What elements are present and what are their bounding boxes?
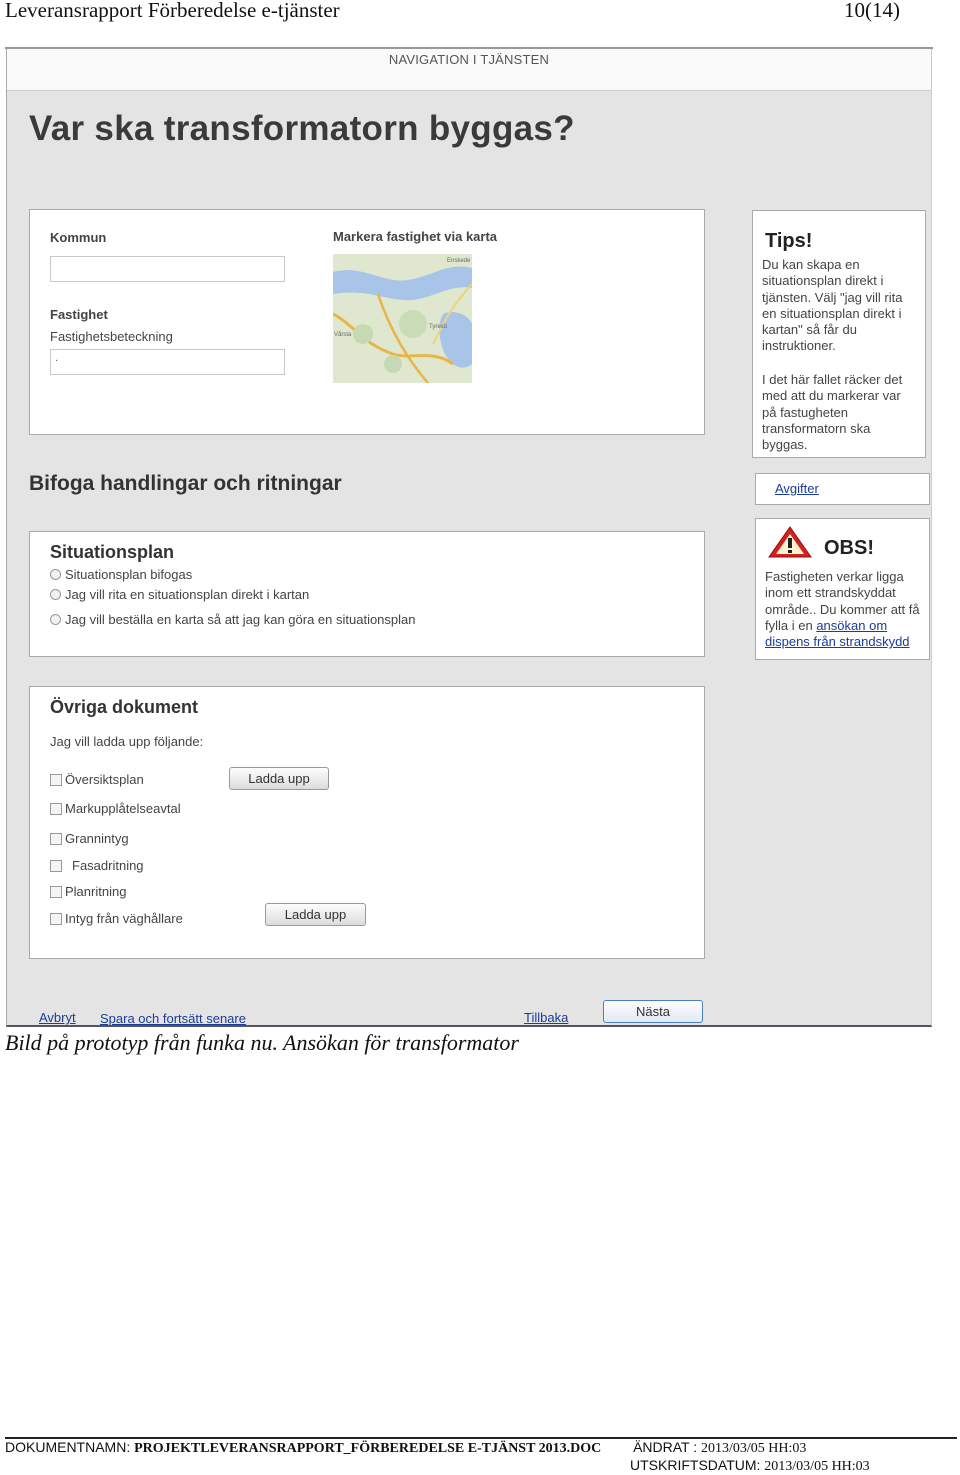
doc-checkbox-markupplatelseavtal[interactable]: Markupplåtelseavtal <box>50 801 181 816</box>
doc-checkbox-fasadritning[interactable]: Fasadritning <box>50 858 144 873</box>
avgifter-box: Avgifter <box>755 473 930 505</box>
changed-label: ÄNDRAT : <box>633 1439 698 1455</box>
checkbox[interactable] <box>50 859 62 872</box>
situationsplan-option-3[interactable]: Jag vill beställa en karta så att jag ka… <box>50 612 416 627</box>
property-map[interactable]: Enskede Tyresö Vårsta <box>333 254 472 383</box>
map-label: Markera fastighet via karta <box>333 229 498 244</box>
cancel-link[interactable]: Avbryt <box>39 1010 76 1025</box>
navigation-bar: NAVIGATION I TJÄNSTEN <box>7 49 931 91</box>
document-title: Leveransrapport Förberedelse e-tjänster <box>5 0 340 22</box>
attachments-heading: Bifoga handlingar och ritningar <box>29 472 342 495</box>
tips-text-1: Du kan skapa en situationsplan direkt i … <box>762 257 903 354</box>
page-number: 10(14) <box>844 0 900 22</box>
checkbox[interactable] <box>50 802 62 815</box>
map-place-2: Tyresö <box>429 324 448 330</box>
map-graphic <box>333 254 472 383</box>
changed-value: 2013/03/05 HH:03 <box>701 1441 807 1456</box>
situationsplan-heading: Situationsplan <box>50 542 175 562</box>
fastighet-label: Fastighet <box>50 307 108 322</box>
tips-panel: Tips! Du kan skapa en situationsplan dir… <box>752 210 926 458</box>
save-continue-later-link[interactable]: Spara och fortsätt senare <box>100 1011 246 1026</box>
kommun-input[interactable] <box>50 256 285 282</box>
map-place-3: Vårsta <box>334 332 352 338</box>
ovriga-dokument-heading: Övriga dokument <box>50 697 199 717</box>
situationsplan-option-1[interactable]: Situationsplan bifogas <box>50 567 192 582</box>
navigation-label[interactable]: NAVIGATION I TJÄNSTEN <box>7 52 931 67</box>
tips-text-2: I det här fallet räcker det med att du m… <box>762 372 903 453</box>
obs-heading: OBS! <box>824 537 874 559</box>
checkbox[interactable] <box>50 773 62 786</box>
doc-checkbox-planritning[interactable]: Planritning <box>50 884 126 899</box>
doc-checkbox-oversiktsplan[interactable]: Översiktsplan <box>50 772 144 787</box>
warning-icon <box>768 526 812 558</box>
doc-checkbox-intyg-vaghallare[interactable]: Intyg från väghållare <box>50 911 183 926</box>
upload-button-2[interactable]: Ladda upp <box>265 903 366 926</box>
checkbox[interactable] <box>50 912 62 925</box>
document-name-label: DOKUMENTNAMN: <box>5 1439 131 1455</box>
document-name-value: PROJEKTLEVERANSRAPPORT_FÖRBEREDELSE E-TJ… <box>134 1441 602 1456</box>
fastighetsbeteckning-input[interactable]: . <box>50 349 285 375</box>
situationsplan-option-2[interactable]: Jag vill rita en situationsplan direkt i… <box>50 587 309 602</box>
kommun-label: Kommun <box>50 230 107 245</box>
tips-heading: Tips! <box>765 230 813 252</box>
fastighetsbeteckning-label: Fastighetsbeteckning <box>50 329 173 344</box>
location-panel: Kommun Fastighet Fastighetsbeteckning . … <box>29 209 705 435</box>
radio-button[interactable] <box>50 569 61 580</box>
next-button[interactable]: Nästa <box>603 1000 703 1023</box>
page-title: Var ska transformatorn byggas? <box>29 109 575 148</box>
upload-intro: Jag vill ladda upp följande: <box>50 734 204 749</box>
footer-line-1: DOKUMENTNAMN: PROJEKTLEVERANSRAPPORT_FÖR… <box>5 1439 806 1457</box>
obs-text: Fastigheten verkar ligga inom ett strand… <box>765 569 925 650</box>
obs-panel: OBS! Fastigheten verkar ligga inom ett s… <box>755 518 930 660</box>
checkbox[interactable] <box>50 885 62 898</box>
situationsplan-panel: Situationsplan Situationsplan bifogas Ja… <box>29 531 705 657</box>
upload-button-1[interactable]: Ladda upp <box>229 767 329 790</box>
checkbox[interactable] <box>50 832 62 845</box>
prototype-screenshot: NAVIGATION I TJÄNSTEN Var ska transforma… <box>6 49 932 1027</box>
avgifter-link[interactable]: Avgifter <box>775 481 819 496</box>
print-date-label: UTSKRIFTSDATUM: <box>630 1457 761 1473</box>
figure-caption: Bild på prototyp från funka nu. Ansökan … <box>5 1030 519 1055</box>
ovriga-dokument-panel: Övriga dokument Jag vill ladda upp följa… <box>29 686 705 959</box>
radio-button[interactable] <box>50 614 61 625</box>
map-place-1: Enskede <box>447 258 471 264</box>
back-link[interactable]: Tillbaka <box>524 1010 568 1025</box>
radio-button[interactable] <box>50 589 61 600</box>
doc-checkbox-grannintyg[interactable]: Grannintyg <box>50 831 129 846</box>
footer-line-2: UTSKRIFTSDATUM: 2013/03/05 HH:03 <box>630 1457 870 1475</box>
